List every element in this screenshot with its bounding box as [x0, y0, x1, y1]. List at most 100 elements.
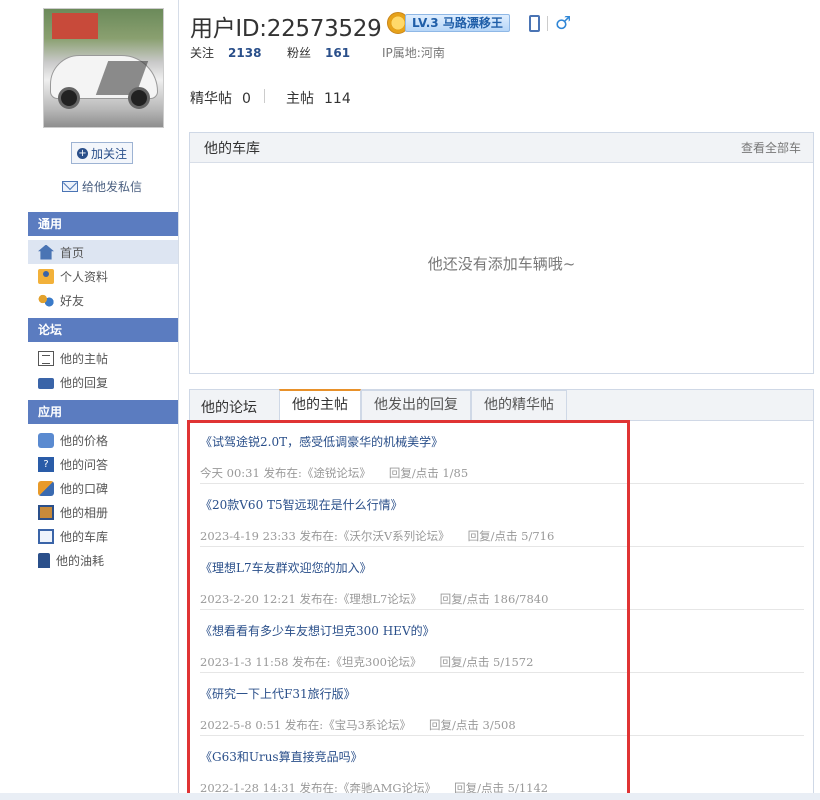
sidebar-item-qa[interactable]: ? 他的问答 [28, 452, 178, 476]
post-item: 《G63和Urus算直接竞品吗》 2022-1-28 14:31 发布在:《奔驰… [200, 736, 804, 799]
post-stats: 回复/点击 5/716 [467, 529, 555, 543]
left-sidebar: + 加关注 给他发私信 通用 首页 个人资料 好友 论坛 他的主帖 他的回复 应… [0, 0, 179, 800]
garage-empty-message: 他还没有添加车辆哦~ [427, 255, 576, 273]
post-time: 2023-1-3 11:58 [200, 655, 289, 669]
post-title-link[interactable]: 《研究一下上代F31旅行版》 [200, 685, 356, 702]
post-meta: 2023-2-20 12:21 发布在:《理想L7论坛》 回复/点击 186/78… [200, 591, 548, 607]
phone-verified-icon [529, 15, 540, 32]
sidebar-item-home[interactable]: 首页 [28, 240, 178, 264]
sidebar-item-replies[interactable]: 他的回复 [28, 370, 178, 394]
posted-in-label: 发布在: [299, 592, 338, 606]
post-time: 今天 00:31 [200, 466, 260, 480]
divider [264, 89, 265, 103]
sidebar-item-label: 首页 [60, 245, 85, 260]
garage-panel: 他的车库 查看全部车 他还没有添加车辆哦~ [189, 132, 814, 374]
post-title-link[interactable]: 《理想L7车友群欢迎您的加入》 [200, 559, 372, 576]
follow-stat[interactable]: 关注 2138 [190, 44, 261, 61]
main-posts-count: 114 [324, 91, 351, 107]
photo-album-icon [38, 504, 54, 520]
post-board-link[interactable]: 《坦克300论坛》 [331, 655, 422, 669]
avatar-wheel-rear [128, 87, 150, 109]
post-title-link[interactable]: 《试驾途锐2.0T，感受低调豪华的机械美学》 [200, 433, 443, 450]
sidebar-item-friends[interactable]: 好友 [28, 288, 178, 312]
main-posts-stat[interactable]: 主帖 114 [286, 88, 351, 108]
nav-section-apps: 应用 [28, 400, 178, 424]
view-all-cars-link[interactable]: 查看全部车 [741, 139, 801, 156]
level-badge[interactable]: LV.3 马路漂移王 [387, 11, 510, 35]
sidebar-item-label: 他的价格 [60, 433, 109, 448]
sidebar-item-profile[interactable]: 个人资料 [28, 264, 178, 288]
post-board-link[interactable]: 《途锐论坛》 [302, 466, 371, 480]
send-message-link[interactable]: 给他发私信 [62, 178, 142, 195]
avatar-flag-shape [52, 13, 98, 39]
sidebar-item-label: 好友 [60, 293, 85, 308]
post-item: 《研究一下上代F31旅行版》 2022-5-8 0:51 发布在:《宝马3系论坛… [200, 673, 804, 736]
document-icon [38, 350, 54, 366]
chat-bubble-icon [38, 377, 54, 389]
sidebar-item-main-posts[interactable]: 他的主帖 [28, 346, 178, 370]
home-icon [38, 244, 54, 260]
question-icon: ? [38, 456, 54, 472]
post-title-link[interactable]: 《G63和Urus算直接竞品吗》 [200, 748, 363, 765]
sidebar-item-label: 他的口碑 [60, 481, 109, 496]
post-board-link[interactable]: 《沃尔沃V系列论坛》 [338, 529, 450, 543]
plus-icon: + [76, 147, 88, 159]
review-icon [38, 480, 54, 496]
post-item: 《想看看有多少车友想订坦克300 HEV的》 2023-1-3 11:58 发布… [200, 610, 804, 673]
post-board-link[interactable]: 《理想L7论坛》 [338, 592, 422, 606]
sidebar-item-label: 他的车库 [60, 529, 109, 544]
follow-stat-label: 关注 [190, 46, 215, 60]
post-stats: 回复/点击 186/7840 [439, 592, 549, 606]
garage-panel-title: 他的车库 [204, 140, 260, 157]
fans-stat-label: 粉丝 [287, 46, 312, 60]
post-title-link[interactable]: 《20款V60 T5智远现在是什么行情》 [200, 496, 403, 513]
page-title: 用户ID:22573529 [190, 16, 382, 42]
nav-section-general: 通用 [28, 212, 178, 236]
post-meta: 今天 00:31 发布在:《途锐论坛》 回复/点击 1/85 [200, 465, 468, 481]
posted-in-label: 发布在: [284, 718, 324, 732]
post-board-link[interactable]: 《宝马3系论坛》 [323, 718, 411, 732]
follow-stat-count: 2138 [228, 46, 262, 60]
sidebar-item-album[interactable]: 他的相册 [28, 500, 178, 524]
sidebar-item-label: 个人资料 [60, 269, 109, 284]
sidebar-item-label: 他的相册 [60, 505, 109, 520]
posted-in-label: 发布在: [263, 466, 302, 480]
post-title-link[interactable]: 《想看看有多少车友想订坦克300 HEV的》 [200, 622, 435, 639]
sidebar-item-label: 他的油耗 [56, 553, 105, 568]
forum-tab-bar: 他的论坛 他的主帖 他发出的回复 他的精华帖 [190, 389, 813, 421]
post-time: 2023-4-19 23:33 [200, 529, 296, 543]
follow-button[interactable]: + 加关注 [71, 142, 133, 164]
sidebar-item-garage[interactable]: 他的车库 [28, 524, 178, 548]
bottom-scroll-strip[interactable] [0, 793, 820, 800]
tab-main-posts[interactable]: 他的主帖 [279, 389, 361, 421]
price-icon [38, 432, 54, 448]
post-meta: 2022-5-8 0:51 发布在:《宝马3系论坛》 回复/点击 3/508 [200, 717, 516, 733]
post-stats: 回复/点击 1/85 [388, 466, 469, 480]
post-time: 2023-2-20 12:21 [200, 592, 296, 606]
divider [547, 16, 548, 31]
fans-stat[interactable]: 粉丝 161 [287, 44, 350, 61]
posted-in-label: 发布在: [299, 529, 338, 543]
essence-posts-label: 精华帖 [190, 91, 232, 107]
follow-button-label: 加关注 [90, 146, 127, 161]
envelope-icon [62, 181, 78, 192]
main-posts-label: 主帖 [286, 91, 314, 107]
sidebar-item-label: 他的回复 [60, 375, 109, 390]
fans-stat-count: 161 [325, 46, 351, 60]
forum-panel: 他的论坛 他的主帖 他发出的回复 他的精华帖 《试驾途锐2.0T，感受低调豪华的… [189, 389, 814, 800]
essence-posts-stat[interactable]: 精华帖 0 [190, 88, 251, 108]
post-stats: 回复/点击 3/508 [429, 718, 516, 732]
post-item: 《理想L7车友群欢迎您的加入》 2023-2-20 12:21 发布在:《理想L… [200, 547, 804, 610]
male-gender-icon: ♂ [555, 13, 572, 34]
sidebar-item-reviews[interactable]: 他的口碑 [28, 476, 178, 500]
essence-posts-count: 0 [242, 91, 251, 107]
tab-essence-posts[interactable]: 他的精华帖 [471, 389, 567, 421]
sidebar-item-fuel[interactable]: 他的油耗 [28, 548, 178, 572]
sidebar-item-price[interactable]: 他的价格 [28, 428, 178, 452]
friends-icon [38, 292, 54, 308]
post-item: 《试驾途锐2.0T，感受低调豪华的机械美学》 今天 00:31 发布在:《途锐论… [200, 421, 804, 484]
avatar[interactable] [43, 8, 164, 128]
level-badge-label: LV.3 马路漂移王 [405, 14, 510, 32]
post-meta: 2023-1-3 11:58 发布在:《坦克300论坛》 回复/点击 5/1572 [200, 654, 533, 670]
tab-replies-sent[interactable]: 他发出的回复 [361, 389, 471, 421]
